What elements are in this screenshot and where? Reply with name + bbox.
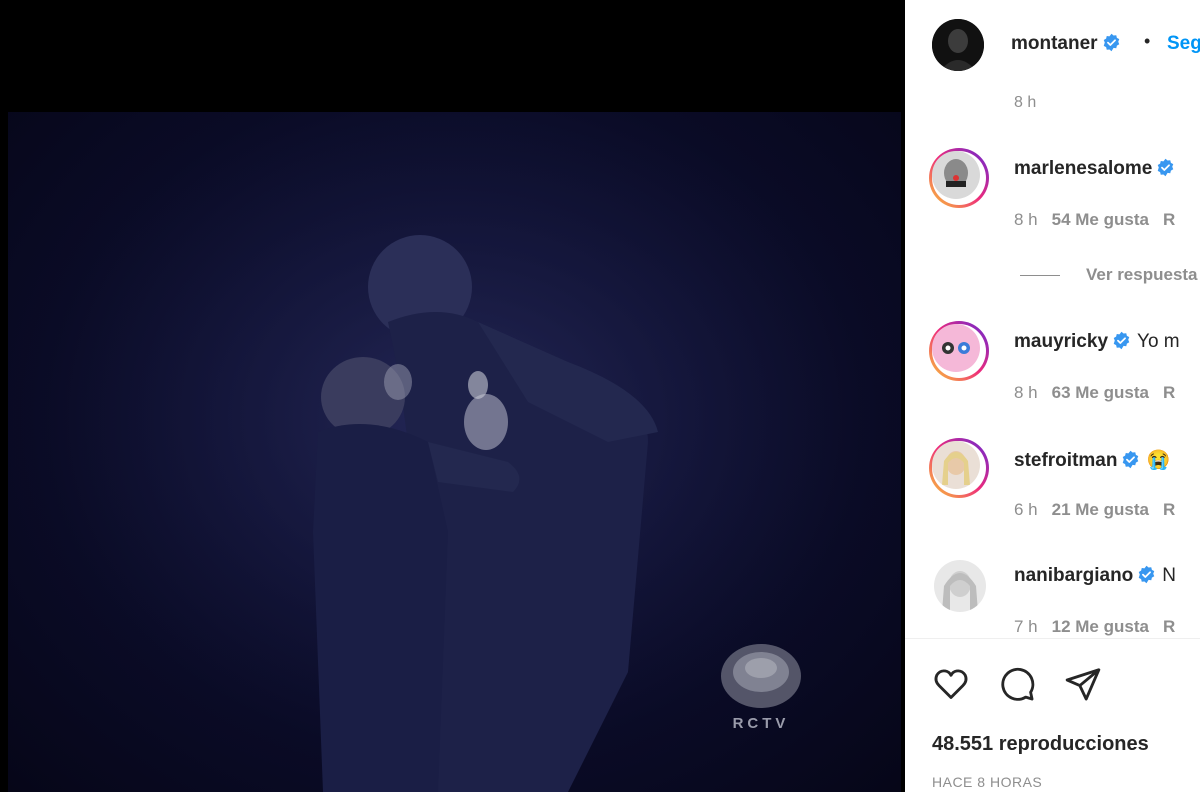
post-header: montaner • Seg (905, 0, 1200, 92)
follow-button[interactable]: Seg (1167, 33, 1200, 55)
comment-avatar-image (932, 441, 980, 489)
verified-badge-icon (1139, 565, 1155, 584)
comment-time: 7 h (1014, 617, 1038, 636)
caption-time: 8 h (1014, 94, 1037, 111)
comment-avatar[interactable] (929, 148, 989, 208)
comment-likes[interactable]: 54 Me gusta (1052, 210, 1149, 229)
author-username-text[interactable]: montaner (1011, 33, 1098, 54)
comments-list[interactable]: 8 h marlenesalome 8 h 54 Me gusta R Ver re… (905, 92, 1200, 638)
comment-username[interactable]: stefroitman 😭 (1014, 448, 1170, 472)
comment-avatar[interactable] (929, 438, 989, 498)
author-avatar-image (932, 19, 984, 71)
comment-avatar[interactable] (929, 555, 989, 615)
comment-meta: 8 h 54 Me gusta R (1014, 210, 1175, 230)
view-replies-label[interactable]: Ver respuesta (1086, 265, 1198, 284)
comment-likes[interactable]: 21 Me gusta (1052, 500, 1149, 519)
reply-button[interactable]: R (1163, 500, 1175, 519)
comment-time: 8 h (1014, 210, 1038, 229)
comment-username-text[interactable]: nanibargiano (1014, 565, 1133, 586)
verified-badge-icon (1113, 331, 1130, 350)
share-icon[interactable] (1064, 665, 1102, 703)
comment-text: Yo m (1137, 331, 1180, 352)
comment-icon[interactable] (998, 665, 1036, 703)
comment-likes[interactable]: 12 Me gusta (1052, 617, 1149, 636)
verified-badge-icon (1158, 158, 1174, 177)
comment-avatar-image (934, 560, 986, 612)
heart-icon[interactable] (932, 665, 970, 703)
comment-username[interactable]: mauyricky Yo m (1014, 331, 1180, 353)
comment-username[interactable]: marlenesalome (1014, 158, 1175, 180)
comment-avatar[interactable] (929, 321, 989, 381)
post-sidebar: montaner • Seg 8 h marlenesalome 8 h 54 M… (905, 0, 1200, 792)
comment-likes[interactable]: 63 Me gusta (1052, 383, 1149, 402)
comment-meta: 7 h 12 Me gusta R (1014, 617, 1175, 637)
comment-avatar-image (932, 151, 980, 199)
verified-badge-icon (1103, 33, 1119, 52)
view-replies-line (1020, 275, 1060, 277)
comment-meta: 8 h 63 Me gusta R (1014, 383, 1175, 403)
comment-time: 6 h (1014, 500, 1038, 519)
comment-meta: 6 h 21 Me gusta R (1014, 500, 1175, 520)
views-count[interactable]: 48.551 reproducciones (932, 733, 1149, 756)
reply-button[interactable]: R (1163, 210, 1175, 229)
author-avatar[interactable] (932, 19, 984, 71)
watermark-text: RCTV (733, 715, 790, 732)
reply-button[interactable]: R (1163, 383, 1175, 402)
video-player[interactable]: RCTV (0, 0, 905, 792)
post-actions: 48.551 reproducciones HACE 8 HORAS (905, 638, 1200, 792)
comment-username-text[interactable]: marlenesalome (1014, 158, 1152, 179)
view-replies-button[interactable]: Ver respuesta (1020, 265, 1198, 285)
comment-time: 8 h (1014, 383, 1038, 402)
comment-username[interactable]: nanibargiano N (1014, 565, 1176, 587)
broadcast-logo: RCTV (721, 644, 801, 732)
verified-badge-icon (1123, 450, 1139, 469)
comment-text: N (1162, 565, 1177, 586)
author-username[interactable]: montaner (1011, 33, 1121, 55)
comment-username-text[interactable]: mauyricky (1014, 331, 1108, 352)
comment-username-text[interactable]: stefroitman (1014, 450, 1117, 471)
comment-avatar-image (932, 324, 980, 372)
reply-button[interactable]: R (1163, 617, 1175, 636)
video-frame[interactable]: RCTV (8, 112, 901, 792)
comment-text: 😭 (1146, 450, 1171, 471)
header-separator: • (1144, 31, 1151, 51)
post-timestamp: HACE 8 HORAS (932, 774, 1043, 790)
